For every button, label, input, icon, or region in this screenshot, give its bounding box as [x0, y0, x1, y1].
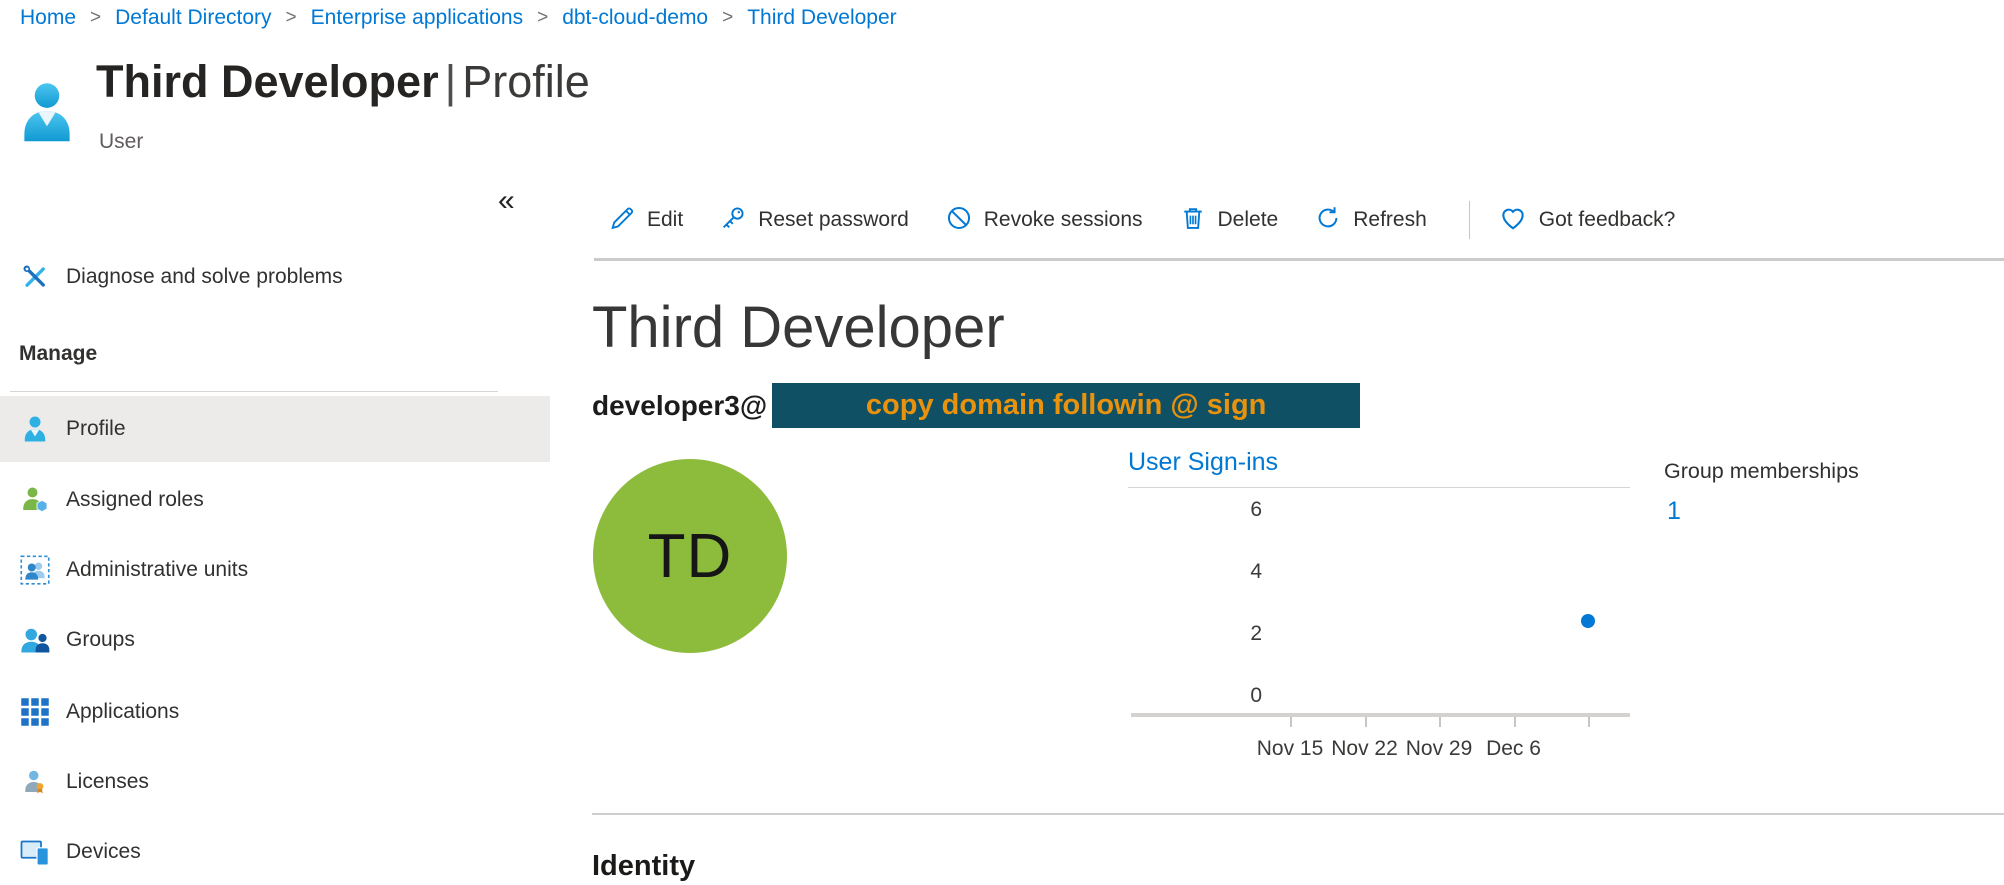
key-icon	[719, 204, 747, 237]
x-axis-tick	[1365, 717, 1367, 727]
breadcrumb-third-developer[interactable]: Third Developer	[747, 6, 896, 30]
breadcrumb-dbt-cloud-demo[interactable]: dbt-cloud-demo	[562, 6, 708, 30]
sidebar-item-label: Assigned roles	[66, 488, 204, 512]
reset-password-button-label: Reset password	[758, 208, 909, 232]
user-sign-ins-link[interactable]: User Sign-ins	[1128, 448, 1278, 477]
sidebar-item-label: Licenses	[66, 770, 149, 794]
group-memberships-label: Group memberships	[1664, 459, 1859, 484]
got-feedback-button[interactable]: Got feedback?	[1498, 203, 1676, 238]
revoke-sessions-button-label: Revoke sessions	[984, 208, 1143, 232]
delete-button-label: Delete	[1218, 208, 1279, 232]
refresh-button[interactable]: Refresh	[1314, 204, 1427, 237]
sidebar-item-label: Applications	[66, 700, 179, 724]
sidebar-collapse-button[interactable]: «	[498, 186, 515, 216]
x-axis-tick	[1290, 717, 1292, 727]
block-icon	[945, 204, 973, 237]
groups-icon	[20, 625, 50, 655]
sign-ins-data-point	[1581, 614, 1595, 628]
edit-button[interactable]: Edit	[608, 204, 683, 237]
command-bar: Edit Reset password Revoke sessions	[608, 192, 1711, 248]
avatar-initials: TD	[648, 521, 733, 592]
sidebar-item-groups[interactable]: Groups	[0, 607, 550, 673]
breadcrumb-enterprise-applications[interactable]: Enterprise applications	[311, 6, 523, 30]
toolbar-underline	[594, 258, 2004, 261]
trash-icon	[1179, 204, 1207, 237]
breadcrumb-home[interactable]: Home	[20, 6, 76, 30]
section-divider	[592, 813, 2004, 815]
chart-x-axis	[1131, 713, 1630, 717]
y-tick-label: 0	[1192, 684, 1262, 708]
delete-button[interactable]: Delete	[1179, 204, 1279, 237]
identity-section-header: Identity	[592, 850, 695, 883]
diagnose-tools-icon	[20, 262, 50, 292]
sidebar-item-diagnose[interactable]: Diagnose and solve problems	[0, 244, 550, 310]
sidebar-divider	[10, 391, 498, 392]
sidebar-item-devices[interactable]: Devices	[0, 819, 550, 885]
profile-display-name: Third Developer	[592, 294, 1005, 361]
group-memberships-value-link[interactable]: 1	[1667, 497, 1681, 526]
breadcrumb-separator: >	[722, 7, 733, 29]
sidebar-item-applications[interactable]: Applications	[0, 679, 550, 745]
sidebar-section-manage: Manage	[19, 342, 97, 366]
user-avatar-icon	[18, 80, 76, 146]
y-tick-label: 2	[1192, 622, 1262, 646]
redaction-overlay: copy domain followin @ sign	[772, 383, 1360, 428]
administrative-units-icon	[20, 555, 50, 585]
sidebar-item-administrative-units[interactable]: Administrative units	[0, 537, 550, 603]
sidebar-item-label: Devices	[66, 840, 141, 864]
breadcrumb-default-directory[interactable]: Default Directory	[115, 6, 271, 30]
refresh-button-label: Refresh	[1353, 208, 1427, 232]
y-tick-label: 4	[1192, 560, 1262, 584]
heart-icon	[1498, 203, 1528, 238]
licenses-icon	[20, 767, 50, 797]
page-title-section: Profile	[462, 56, 590, 107]
x-axis-tick	[1588, 717, 1590, 727]
y-tick-label: 6	[1192, 498, 1262, 522]
redaction-note: copy domain followin @ sign	[866, 389, 1266, 422]
revoke-sessions-button[interactable]: Revoke sessions	[945, 204, 1143, 237]
sidebar-item-label: Administrative units	[66, 558, 248, 582]
breadcrumb-separator: >	[286, 7, 297, 29]
page-title: Third Developer|Profile	[96, 56, 590, 108]
devices-icon	[20, 837, 50, 867]
toolbar-divider	[1469, 201, 1470, 239]
x-axis-tick	[1514, 717, 1516, 727]
page-title-name: Third Developer	[96, 56, 439, 107]
page-title-separator: |	[439, 56, 463, 107]
user-principal-name: developer3@ copy domain followin @ sign	[592, 383, 1360, 428]
refresh-icon	[1314, 204, 1342, 237]
sidebar-item-assigned-roles[interactable]: Assigned roles	[0, 467, 550, 533]
breadcrumb-separator: >	[90, 7, 101, 29]
edit-button-label: Edit	[647, 208, 683, 232]
reset-password-button[interactable]: Reset password	[719, 204, 909, 237]
upn-prefix: developer3@	[592, 390, 767, 422]
breadcrumb-separator: >	[537, 7, 548, 29]
x-tick-label: Dec 6	[1454, 737, 1574, 761]
sidebar-item-profile[interactable]: Profile	[0, 396, 550, 462]
x-axis-tick	[1439, 717, 1441, 727]
avatar: TD	[593, 459, 787, 653]
sidebar-item-licenses[interactable]: Licenses	[0, 749, 550, 815]
edit-pencil-icon	[608, 204, 636, 237]
sidebar-item-label: Profile	[66, 417, 126, 441]
applications-grid-icon	[20, 697, 50, 727]
profile-person-icon	[20, 414, 50, 444]
chart-title-underline	[1128, 487, 1630, 488]
got-feedback-button-label: Got feedback?	[1539, 208, 1676, 232]
assigned-roles-icon	[20, 485, 50, 515]
sidebar: « Diagnose and solve problems Manage Pro…	[0, 150, 550, 884]
sidebar-item-label: Diagnose and solve problems	[66, 265, 343, 289]
sidebar-item-label: Groups	[66, 628, 135, 652]
breadcrumb: Home > Default Directory > Enterprise ap…	[20, 6, 897, 30]
